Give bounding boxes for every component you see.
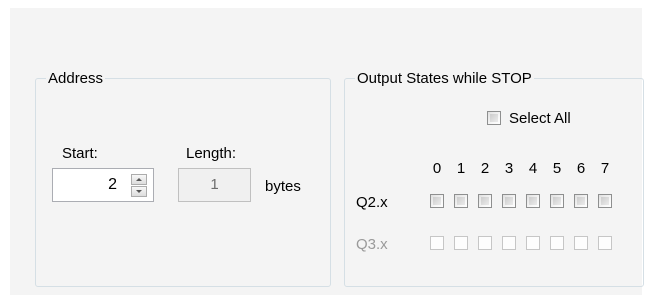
bit-number: 6 [576, 160, 586, 177]
length-unit-label: bytes [265, 178, 301, 195]
q2-bit4-checkbox[interactable] [526, 194, 540, 208]
q3-bit1-checkbox [454, 236, 468, 250]
q3-bit4-checkbox [526, 236, 540, 250]
select-all-checkbox[interactable] [487, 111, 501, 125]
q3-bit3-checkbox [502, 236, 516, 250]
q3-bit7-checkbox [598, 236, 612, 250]
bit-number: 4 [528, 160, 538, 177]
q2-bit7-checkbox[interactable] [598, 194, 612, 208]
length-field: 1 [178, 168, 251, 202]
arrow-up-icon [136, 178, 142, 181]
q2-bit3-checkbox[interactable] [502, 194, 516, 208]
q3-bit5-checkbox [550, 236, 564, 250]
bit-number: 7 [600, 160, 610, 177]
q2-bit5-checkbox[interactable] [550, 194, 564, 208]
address-group-title: Address [46, 70, 106, 87]
bit-number: 2 [480, 160, 490, 177]
q3-bit6-checkbox [574, 236, 588, 250]
bit-number: 3 [504, 160, 514, 177]
start-label: Start: [62, 145, 98, 162]
spin-up-button[interactable] [131, 174, 147, 185]
q3-row-label: Q3.x [356, 236, 388, 253]
select-all-label[interactable]: Select All [509, 110, 571, 127]
q2-bit1-checkbox[interactable] [454, 194, 468, 208]
q2-bit6-checkbox[interactable] [574, 194, 588, 208]
bit-number: 5 [552, 160, 562, 177]
arrow-down-icon [136, 190, 142, 193]
spin-down-button[interactable] [131, 186, 147, 197]
q2-bit0-checkbox[interactable] [430, 194, 444, 208]
q2-bit2-checkbox[interactable] [478, 194, 492, 208]
output-states-group-title: Output States while STOP [355, 70, 534, 87]
q3-bit0-checkbox [430, 236, 444, 250]
output-states-groupbox: Output States while STOP [344, 70, 644, 287]
bit-number: 0 [432, 160, 442, 177]
q3-bit2-checkbox [478, 236, 492, 250]
q2-row-label: Q2.x [356, 194, 388, 211]
start-spinbox[interactable]: 2 [52, 168, 154, 202]
start-value[interactable]: 2 [53, 169, 117, 201]
bit-number: 1 [456, 160, 466, 177]
length-label: Length: [186, 145, 237, 162]
